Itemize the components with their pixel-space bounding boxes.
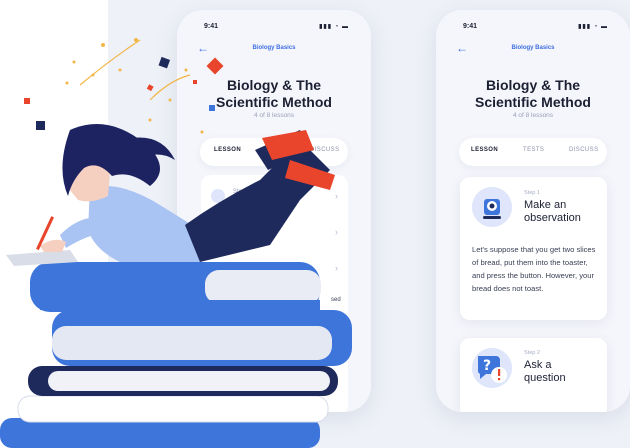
status-time: 9:41 [204,23,219,30]
chevron-right-icon[interactable]: › [335,263,338,273]
microscope-icon [211,189,225,203]
phone-lesson-detail: 9:41 ▮▮▮ ◔ ▬ ← Biology Basics Biology & … [436,10,630,412]
lesson-progress: 4 of 8 lessons [253,112,295,119]
question-bubble-icon: ? [472,348,512,388]
course-title: Biology & The Scientific Method [436,77,630,111]
status-time: 9:41 [463,23,478,30]
step-title-line1: Make an [524,199,567,211]
step-title-line2: observation [524,211,581,224]
step-label: Step 1 [524,190,540,196]
nav-title: Biology Basics [511,45,555,51]
step-label: Step 2 [524,350,540,356]
course-title-line1: Biology & The [226,77,322,93]
status-icons: ▮▮▮ ◔ ▬ [319,24,349,30]
tab-tests[interactable]: TESTS [523,147,544,153]
nav-bar: ← Biology Basics [436,41,630,57]
lesson-progress: 4 of 8 lessons [512,112,554,119]
question-bubble-icon [211,223,225,237]
tab-bar: LESSON DISCUSS [200,138,348,166]
tab-discuss[interactable]: DISCUSS [569,147,598,153]
list-item-step: Ste [233,189,243,195]
status-icons: ▮▮▮ ◔ ▬ [578,24,608,30]
microscope-icon [472,187,512,227]
step-title: Make an observation [524,199,581,224]
nav-title: Biology Basics [252,45,296,51]
tab-discuss[interactable]: DISCUSS [310,147,339,153]
status-bar: 9:41 ▮▮▮ ◔ ▬ [177,23,371,35]
step-title-line1: Ask a [524,359,552,371]
step-body-text: Let's suppose that you get two slices of… [472,245,596,293]
list-item-title: Ma [233,198,243,205]
step-title: Ask a question [524,359,566,384]
svg-text:?: ? [483,358,491,374]
phone-lesson-list: 9:41 ▮▮▮ ◔ ▬ ← Biology Basics Biology & … [177,10,371,412]
lesson-list: Ste Ma › › › sed [201,175,348,412]
left-white-panel [0,0,108,448]
chevron-right-icon[interactable]: › [335,191,338,201]
course-title-line2: Scientific Method [216,94,332,110]
list-item-partial-text: sed [331,297,341,303]
step-card-question[interactable]: ? Step 2 Ask a question [460,338,607,412]
chevron-right-icon[interactable]: › [335,227,338,237]
course-title-line1: Biology & The [485,77,581,93]
tab-lesson[interactable]: LESSON [471,147,498,153]
course-title-line2: Scientific Method [475,94,591,110]
status-bar: 9:41 ▮▮▮ ◔ ▬ [436,23,630,35]
step-card-observation[interactable]: Step 1 Make an observation Let's suppose… [460,177,607,320]
tab-lesson[interactable]: LESSON [214,147,241,153]
step-title-line2: question [524,371,566,384]
nav-bar: ← Biology Basics [177,41,371,57]
tab-bar: LESSON TESTS DISCUSS [459,138,607,166]
course-title: Biology & The Scientific Method [177,77,371,111]
